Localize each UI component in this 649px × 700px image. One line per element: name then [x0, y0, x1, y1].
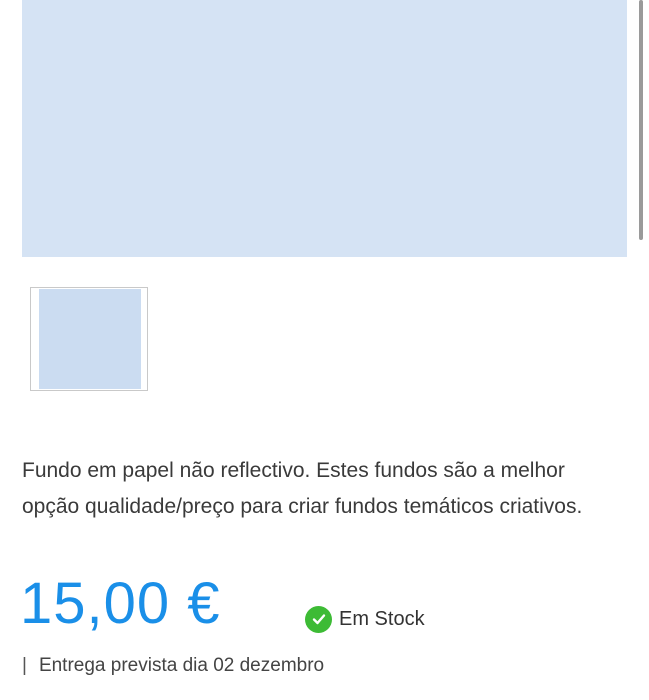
stock-label: Em Stock — [339, 607, 425, 630]
product-thumbnail-image — [39, 289, 141, 389]
product-thumbnail[interactable] — [30, 287, 148, 391]
product-description: Fundo em papel não reflectivo. Estes fun… — [22, 459, 583, 518]
check-circle-icon — [305, 605, 332, 633]
delivery-text: Entrega prevista dia 02 dezembro — [38, 655, 325, 676]
page-scrollbar[interactable] — [639, 0, 643, 240]
delivery-estimate: | Entrega prevista dia 02 dezembro — [22, 655, 324, 677]
product-price: 15,00 € — [20, 571, 221, 636]
product-main-image[interactable] — [22, 0, 627, 257]
delivery-separator: | — [22, 655, 27, 676]
stock-status: Em Stock — [305, 604, 425, 634]
